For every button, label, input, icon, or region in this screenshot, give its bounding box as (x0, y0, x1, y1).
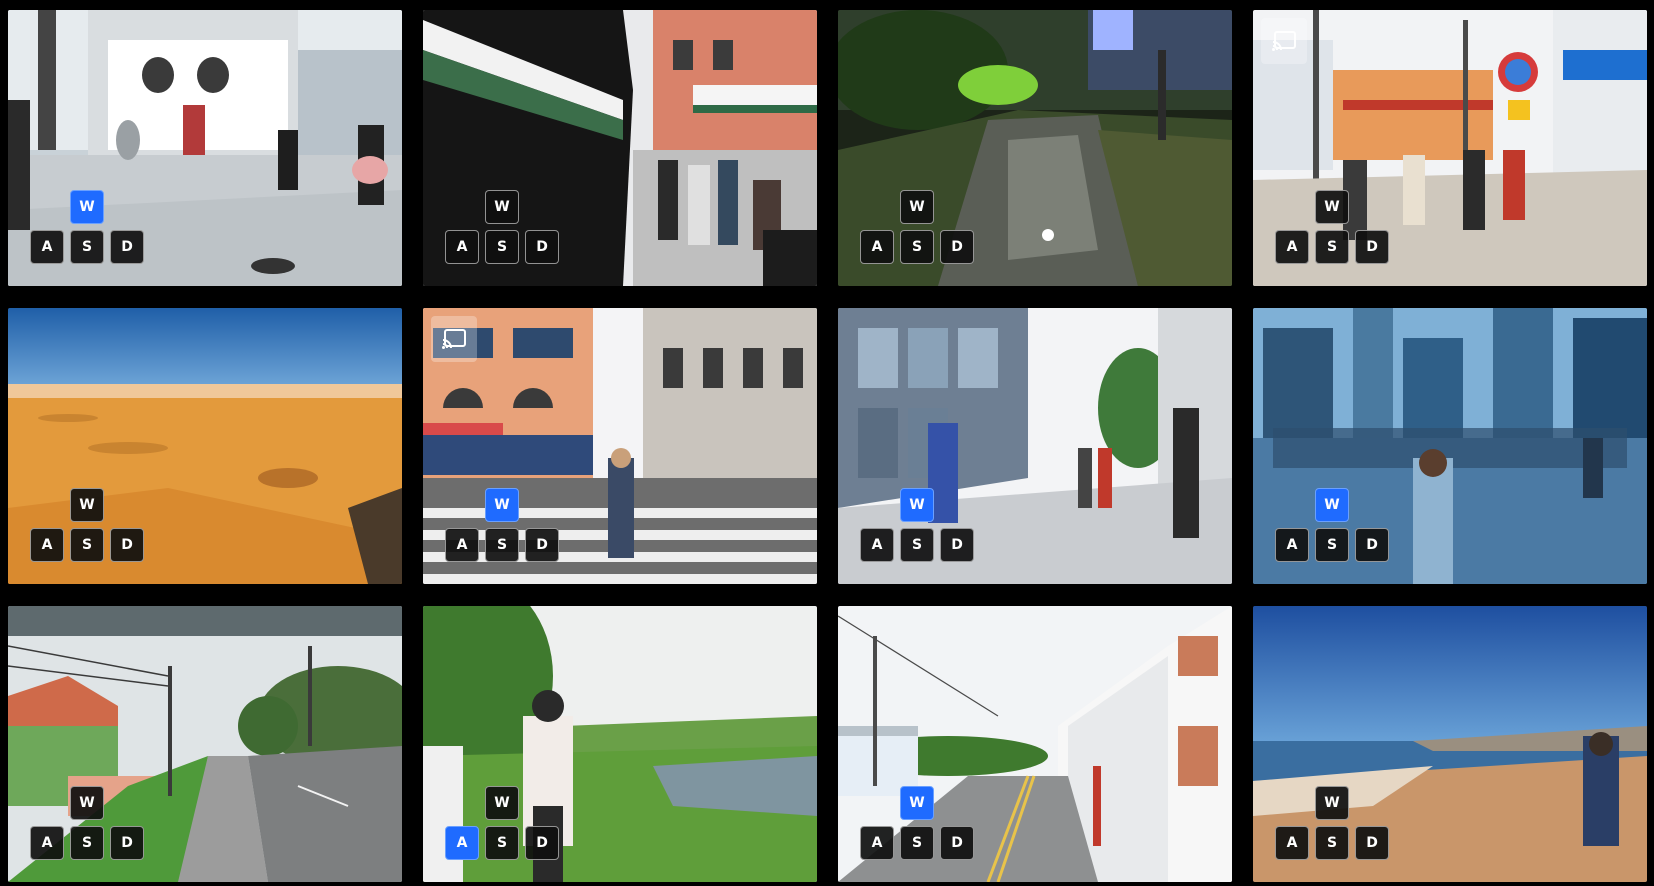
key-a[interactable]: A (445, 826, 479, 860)
key-a[interactable]: A (30, 230, 64, 264)
wasd-keypad: W A S D (445, 190, 563, 266)
key-d[interactable]: D (525, 826, 559, 860)
key-s[interactable]: S (900, 230, 934, 264)
cast-button[interactable] (431, 316, 477, 362)
key-s[interactable]: S (485, 528, 519, 562)
key-d[interactable]: D (110, 528, 144, 562)
key-w[interactable]: W (1315, 190, 1349, 224)
key-w[interactable]: W (1315, 786, 1349, 820)
key-s[interactable]: S (485, 826, 519, 860)
cast-icon (442, 329, 466, 349)
wasd-keypad: W A S D (860, 488, 978, 564)
video-tile[interactable]: W A S D (1253, 606, 1647, 882)
video-tile[interactable]: W A S D (838, 606, 1232, 882)
key-d[interactable]: D (525, 230, 559, 264)
key-w[interactable]: W (900, 786, 934, 820)
wasd-keypad: W A S D (445, 786, 563, 862)
cast-button[interactable] (1261, 18, 1307, 64)
key-s[interactable]: S (70, 826, 104, 860)
video-tile[interactable]: W A S D (423, 10, 817, 286)
video-tile[interactable]: W A S D (838, 10, 1232, 286)
wasd-keypad: W A S D (1275, 190, 1393, 266)
key-d[interactable]: D (1355, 230, 1389, 264)
key-a[interactable]: A (445, 528, 479, 562)
cast-icon (1272, 31, 1296, 51)
key-d[interactable]: D (940, 230, 974, 264)
key-w[interactable]: W (485, 190, 519, 224)
video-tile[interactable]: W A S D (423, 606, 817, 882)
key-s[interactable]: S (1315, 826, 1349, 860)
key-a[interactable]: A (30, 528, 64, 562)
key-s[interactable]: S (1315, 230, 1349, 264)
wasd-keypad: W A S D (30, 786, 148, 862)
wasd-keypad: W A S D (860, 190, 978, 266)
key-d[interactable]: D (110, 230, 144, 264)
video-tile[interactable]: W A S D (8, 606, 402, 882)
key-a[interactable]: A (860, 528, 894, 562)
wasd-keypad: W A S D (1275, 786, 1393, 862)
key-w[interactable]: W (70, 190, 104, 224)
key-s[interactable]: S (70, 230, 104, 264)
wasd-keypad: W A S D (445, 488, 563, 564)
wasd-keypad: W A S D (30, 190, 148, 266)
video-tile[interactable]: W A S D (1253, 308, 1647, 584)
key-w[interactable]: W (900, 190, 934, 224)
key-s[interactable]: S (900, 528, 934, 562)
video-tile[interactable]: W A S D (838, 308, 1232, 584)
key-a[interactable]: A (1275, 826, 1309, 860)
video-tile[interactable]: W A S D (8, 308, 402, 584)
key-s[interactable]: S (900, 826, 934, 860)
key-w[interactable]: W (900, 488, 934, 522)
key-a[interactable]: A (1275, 528, 1309, 562)
wasd-keypad: W A S D (30, 488, 148, 564)
key-w[interactable]: W (1315, 488, 1349, 522)
video-tile[interactable]: W A S D (1253, 10, 1647, 286)
wasd-keypad: W A S D (860, 786, 978, 862)
key-d[interactable]: D (1355, 528, 1389, 562)
key-a[interactable]: A (445, 230, 479, 264)
key-a[interactable]: A (30, 826, 64, 860)
key-d[interactable]: D (525, 528, 559, 562)
key-s[interactable]: S (70, 528, 104, 562)
key-d[interactable]: D (1355, 826, 1389, 860)
key-w[interactable]: W (485, 488, 519, 522)
key-w[interactable]: W (70, 488, 104, 522)
key-d[interactable]: D (940, 826, 974, 860)
key-s[interactable]: S (1315, 528, 1349, 562)
key-w[interactable]: W (70, 786, 104, 820)
key-a[interactable]: A (860, 230, 894, 264)
video-tile[interactable]: W A S D (423, 308, 817, 584)
key-w[interactable]: W (485, 786, 519, 820)
key-d[interactable]: D (940, 528, 974, 562)
key-s[interactable]: S (485, 230, 519, 264)
key-d[interactable]: D (110, 826, 144, 860)
key-a[interactable]: A (1275, 230, 1309, 264)
key-a[interactable]: A (860, 826, 894, 860)
video-grid: W A S D W A S D W A S D W A S D W A S D … (0, 0, 1654, 886)
wasd-keypad: W A S D (1275, 488, 1393, 564)
video-tile[interactable]: W A S D (8, 10, 402, 286)
